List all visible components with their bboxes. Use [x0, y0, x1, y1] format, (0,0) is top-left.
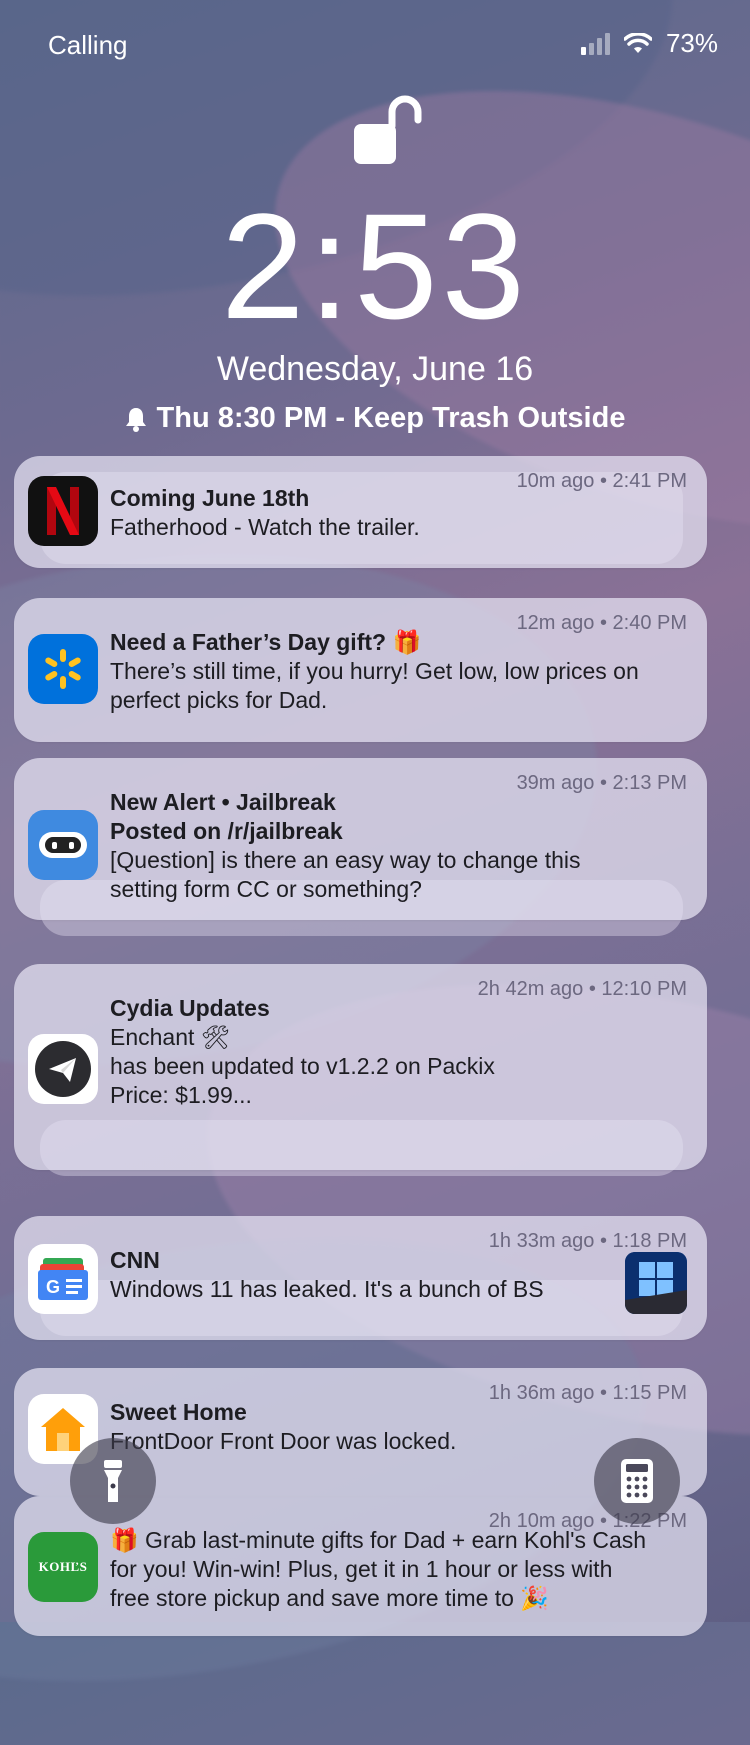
notification-cnn[interactable]: G 1h 33m ago • 1:18 PM CNN Windows 11 ha… — [14, 1216, 707, 1340]
lockscreen-date: Wednesday, June 16 — [216, 350, 534, 388]
notification-text: Fatherhood - Watch the trailer. — [110, 514, 420, 540]
notification-title: Coming June 18th — [110, 485, 310, 511]
notification-text: There’s still time, if you hurry! Get lo… — [110, 658, 639, 684]
alarm-text: Thu 8:30 PM - Keep Trash Outside — [156, 402, 626, 434]
kohls-logo: KOHĽS — [38, 1559, 88, 1574]
notification-title: Cydia Updates — [110, 995, 270, 1021]
flashlight-icon — [104, 1460, 122, 1502]
unlocked-icon — [354, 95, 422, 164]
status-bar: Calling 73% — [0, 28, 750, 68]
notification-apollo[interactable]: 39m ago • 2:13 PM New Alert • Jailbreak … — [14, 758, 707, 920]
notification-text: setting form CC or something? — [110, 876, 422, 902]
notification-cydia[interactable]: 2h 42m ago • 12:10 PM Cydia Updates Ench… — [14, 964, 707, 1170]
calculator-button[interactable] — [594, 1438, 680, 1524]
notification-text: has been updated to v1.2.2 on Packix — [110, 1053, 495, 1079]
kohls-icon: KOHĽS — [28, 1532, 98, 1602]
notification-text: [Question] is there an easy way to chang… — [110, 847, 581, 873]
alarm-widget: Thu 8:30 PM - Keep Trash Outside — [0, 402, 750, 435]
netflix-icon — [28, 476, 98, 546]
battery-percent: 73% — [665, 28, 718, 58]
apollo-icon — [28, 810, 98, 880]
notification-title: New Alert • Jailbreak — [110, 789, 336, 815]
calculator-icon — [621, 1459, 653, 1503]
bell-icon — [125, 407, 146, 432]
notification-text: perfect picks for Dad. — [110, 687, 328, 713]
notification-thumbnail — [625, 1252, 687, 1314]
notification-title: Sweet Home — [110, 1399, 247, 1425]
notification-title: CNN — [110, 1247, 160, 1273]
notification-text: for you! Win-win! Plus, get it in 1 hour… — [110, 1556, 613, 1582]
notification-netflix[interactable]: 10m ago • 2:41 PM Coming June 18th Fathe… — [14, 456, 707, 568]
notification-text: FrontDoor Front Door was locked. — [110, 1428, 457, 1454]
notification-text: free store pickup and save more time to … — [110, 1585, 549, 1611]
notification-title: Need a Father’s Day gift? 🎁 — [110, 629, 422, 655]
notification-text: 🎁 Grab last-minute gifts for Dad + earn … — [110, 1527, 647, 1553]
carrier-label: Calling — [48, 30, 128, 60]
notification-walmart[interactable]: 12m ago • 2:40 PM Need a Father’s Day gi… — [14, 598, 707, 742]
svg-text:G: G — [46, 1277, 60, 1297]
flashlight-button[interactable] — [70, 1438, 156, 1524]
walmart-icon — [28, 634, 98, 704]
signal-icon — [580, 32, 610, 55]
notification-subtitle: Posted on /r/jailbreak — [110, 818, 343, 844]
telegram-icon — [28, 1034, 98, 1104]
wifi-icon — [623, 32, 652, 53]
notification-text: Enchant 🛠 — [110, 1024, 230, 1050]
lockscreen-clock: 2:53 — [221, 182, 529, 350]
google-news-icon: G — [28, 1244, 98, 1314]
notification-text: Windows 11 has leaked. It's a bunch of B… — [110, 1276, 544, 1302]
notification-text: Price: $1.99... — [110, 1082, 252, 1108]
